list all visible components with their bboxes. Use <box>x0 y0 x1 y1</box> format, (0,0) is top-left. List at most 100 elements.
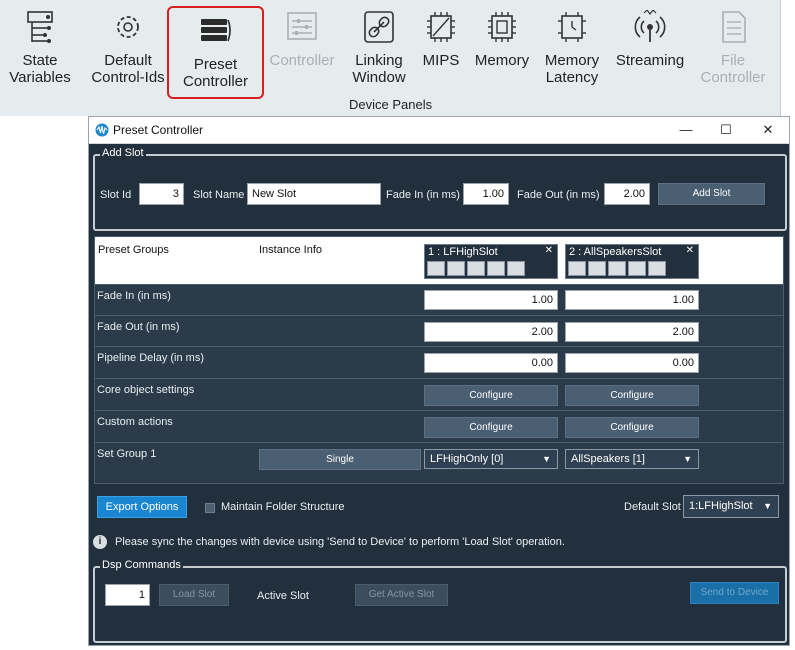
preset-stack-icon <box>200 19 231 42</box>
slot-id-input[interactable]: 3 <box>139 183 184 205</box>
chevron-down-icon: ▼ <box>542 454 551 464</box>
configure-button[interactable]: Configure <box>424 417 558 438</box>
pipeline-delay-input[interactable]: 0.00 <box>424 353 558 373</box>
instance-info-header: Instance Info <box>259 244 322 256</box>
export-options-button[interactable]: Export Options <box>97 496 187 518</box>
fade-out-value-input[interactable]: 2.00 <box>565 322 699 342</box>
ribbon-file-controller[interactable]: File Controller <box>694 4 772 96</box>
file-controller-icon <box>722 11 746 43</box>
title-bar[interactable]: Preset Controller — ☐ ✕ <box>89 117 789 144</box>
minimize-button[interactable]: — <box>671 120 701 140</box>
configure-button[interactable]: Configure <box>565 385 699 406</box>
slot-copy-icon[interactable] <box>628 261 646 276</box>
slot-edit-icon[interactable] <box>588 261 606 276</box>
slot-tools <box>427 261 525 276</box>
maximize-button[interactable]: ☐ <box>711 120 741 140</box>
slot-sliders-icon[interactable] <box>427 261 445 276</box>
slot-card[interactable]: 2 : AllSpeakersSlot ✕ <box>565 244 699 279</box>
ribbon-label-text: File Controller <box>700 52 766 86</box>
streaming-icon <box>634 10 666 42</box>
ribbon-controller[interactable]: Controller <box>266 4 338 96</box>
row-label: Fade Out (in ms) <box>97 321 180 333</box>
ribbon-label: File Controller <box>694 52 772 86</box>
add-slot-button[interactable]: Add Slot <box>658 183 765 205</box>
grid-header: Preset Groups Instance Info 1 : LFHighSl… <box>95 237 783 284</box>
slot-save-icon[interactable] <box>648 261 666 276</box>
add-slot-legend: Add Slot <box>100 147 146 159</box>
group-select-value: AllSpeakers [1] <box>571 453 645 465</box>
configure-button[interactable]: Configure <box>565 417 699 438</box>
ribbon-memory[interactable]: Memory <box>470 4 534 96</box>
ribbon-label: Preset Controller <box>169 56 262 90</box>
ribbon-memory-latency[interactable]: Memory Latency <box>540 4 604 96</box>
close-button[interactable]: ✕ <box>753 120 783 140</box>
ribbon-mips[interactable]: MIPS <box>418 4 464 96</box>
ribbon-default-control-ids[interactable]: Default Control-Ids <box>84 4 172 96</box>
group-select-value: LFHighOnly [0] <box>430 453 504 465</box>
link-icon <box>364 11 394 43</box>
ribbon-group-label: Device Panels <box>349 97 433 112</box>
default-slot-select[interactable]: 1:LFHighSlot ▼ <box>683 495 779 518</box>
slot-list-icon[interactable] <box>608 261 626 276</box>
load-slot-button[interactable]: Load Slot <box>159 584 229 606</box>
slot-card-title: 1 : LFHighSlot <box>428 246 498 258</box>
slot-id-label: Slot Id <box>100 189 132 201</box>
memory-latency-icon <box>558 12 586 42</box>
dsp-slot-input[interactable]: 1 <box>105 584 150 606</box>
row-fade-out: Fade Out (in ms) 2.00 2.00 <box>95 315 783 346</box>
row-core-object-settings: Core object settings Configure Configure <box>95 378 783 409</box>
single-mode-button[interactable]: Single <box>259 449 421 470</box>
fade-out-label: Fade Out (in ms) <box>517 189 600 201</box>
ribbon-label-text: Linking Window <box>352 52 406 86</box>
slot-sliders-icon[interactable] <box>568 261 586 276</box>
ribbon-label-text: Preset Controller <box>182 56 249 90</box>
info-icon: i <box>93 535 107 549</box>
fade-out-value-input[interactable]: 2.00 <box>424 322 558 342</box>
fade-in-value-input[interactable]: 1.00 <box>424 290 558 310</box>
configure-button[interactable]: Configure <box>424 385 558 406</box>
get-active-slot-button[interactable]: Get Active Slot <box>355 584 448 606</box>
slot-edit-icon[interactable] <box>447 261 465 276</box>
group-select[interactable]: AllSpeakers [1] ▼ <box>565 449 699 469</box>
slot-tools <box>568 261 666 276</box>
pipeline-delay-input[interactable]: 0.00 <box>565 353 699 373</box>
slot-card-title: 2 : AllSpeakersSlot <box>569 246 662 258</box>
ribbon-label-text: State Variables <box>9 52 71 86</box>
maintain-folder-checkbox[interactable] <box>205 503 215 513</box>
ribbon-label: Linking Window <box>347 52 411 86</box>
maintain-folder-label: Maintain Folder Structure <box>221 501 345 513</box>
row-fade-in: Fade In (in ms) 1.00 1.00 <box>95 284 783 315</box>
fade-in-input[interactable]: 1.00 <box>463 183 509 205</box>
slot-copy-icon[interactable] <box>487 261 505 276</box>
sync-info-text: Please sync the changes with device usin… <box>115 536 565 548</box>
row-set-group-1: Set Group 1 Single LFHighOnly [0] ▼ AllS… <box>95 442 783 474</box>
slot-close-icon[interactable]: ✕ <box>545 245 553 256</box>
fade-in-label: Fade In (in ms) <box>386 189 460 201</box>
slot-name-input[interactable]: New Slot <box>247 183 381 205</box>
window-title: Preset Controller <box>113 123 204 137</box>
slot-card[interactable]: 1 : LFHighSlot ✕ <box>424 244 558 279</box>
row-label: Custom actions <box>97 416 173 428</box>
memory-chip-icon <box>488 12 516 42</box>
ribbon-linking-window[interactable]: Linking Window <box>347 4 411 96</box>
fade-out-input[interactable]: 2.00 <box>604 183 650 205</box>
group-select[interactable]: LFHighOnly [0] ▼ <box>424 449 558 469</box>
ribbon-state-variables[interactable]: State Variables <box>4 4 76 96</box>
default-slot-value: 1:LFHighSlot <box>689 500 753 512</box>
state-variables-icon <box>27 11 53 43</box>
ribbon-label: Streaming <box>612 52 688 69</box>
ribbon-label-text: Memory <box>474 52 530 69</box>
row-label: Fade In (in ms) <box>97 290 171 302</box>
row-custom-actions: Custom actions Configure Configure <box>95 410 783 441</box>
ribbon-label-text: Memory Latency <box>544 52 600 86</box>
send-to-device-button[interactable]: Send to Device <box>690 582 779 604</box>
ribbon-label: Memory <box>470 52 534 69</box>
ribbon-label-text: Default Control-Ids <box>91 52 165 86</box>
slot-list-icon[interactable] <box>467 261 485 276</box>
chevron-down-icon: ▼ <box>683 454 692 464</box>
fade-in-value-input[interactable]: 1.00 <box>565 290 699 310</box>
slot-save-icon[interactable] <box>507 261 525 276</box>
slot-close-icon[interactable]: ✕ <box>686 245 694 256</box>
ribbon-streaming[interactable]: Streaming <box>612 4 688 96</box>
ribbon-preset-controller[interactable]: Preset Controller <box>167 6 264 99</box>
